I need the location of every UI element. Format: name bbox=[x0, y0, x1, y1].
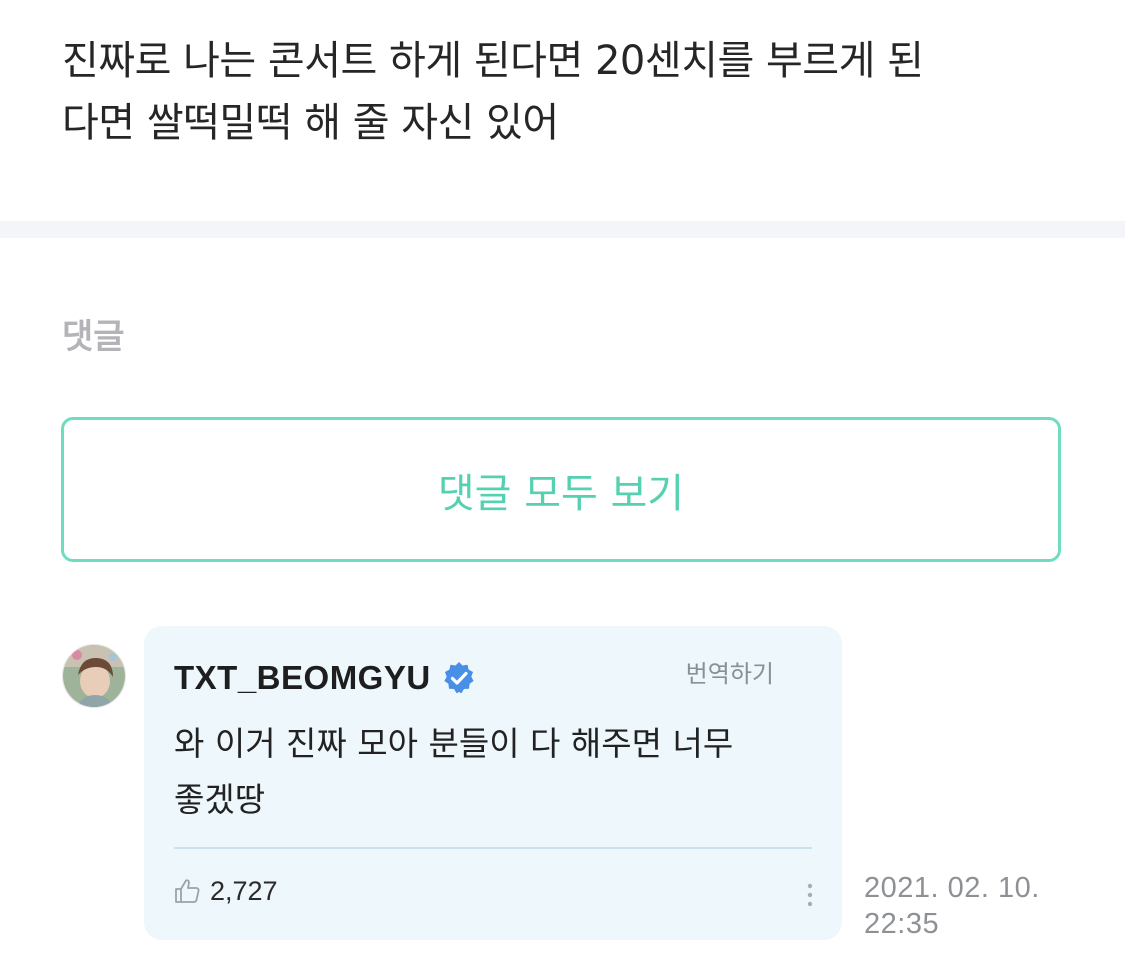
comment-bubble: TXT_BEOMGYU 번역하기 와 이거 진짜 모아 분들이 다 해주면 너무… bbox=[144, 626, 842, 940]
post-text-line-2: 다면 쌀떡밀떡 해 줄 자신 있어 bbox=[62, 100, 559, 146]
post-body: 진짜로 나는 콘서트 하게 된다면 20센치를 부르게 된 다면 쌀떡밀떡 해 … bbox=[62, 30, 1072, 154]
comments-heading: 댓글 bbox=[62, 317, 125, 357]
comment-timestamp: 2021. 02. 10. 22:35 bbox=[864, 870, 1040, 942]
view-all-comments-button[interactable]: 댓글 모두 보기 bbox=[61, 417, 1061, 562]
comment-date: 2021. 02. 10. bbox=[864, 872, 1040, 904]
comment-text-line-1: 와 이거 진짜 모아 분들이 다 해주면 너무 bbox=[174, 724, 734, 763]
comment-time: 22:35 bbox=[864, 908, 940, 940]
avatar-image bbox=[63, 645, 125, 707]
comment-text: 와 이거 진짜 모아 분들이 다 해주면 너무 좋겠땅 bbox=[174, 716, 814, 828]
section-divider bbox=[0, 221, 1125, 238]
author-name[interactable]: TXT_BEOMGYU bbox=[174, 659, 431, 697]
like-button[interactable]: 2,727 bbox=[172, 874, 278, 908]
like-count: 2,727 bbox=[210, 875, 278, 906]
post-text-line-1: 진짜로 나는 콘서트 하게 된다면 20센치를 부르게 된 bbox=[62, 38, 924, 84]
more-vertical-icon[interactable] bbox=[800, 880, 820, 912]
comment-item: TXT_BEOMGYU 번역하기 와 이거 진짜 모아 분들이 다 해주면 너무… bbox=[0, 626, 1125, 946]
comment-divider bbox=[174, 847, 812, 849]
comment-text-line-2: 좋겠땅 bbox=[174, 780, 266, 819]
author-row: TXT_BEOMGYU bbox=[174, 656, 477, 700]
translate-link[interactable]: 번역하기 bbox=[686, 654, 774, 689]
thumbs-up-icon bbox=[172, 876, 202, 906]
avatar[interactable] bbox=[62, 644, 126, 708]
verified-badge-icon bbox=[441, 660, 477, 696]
